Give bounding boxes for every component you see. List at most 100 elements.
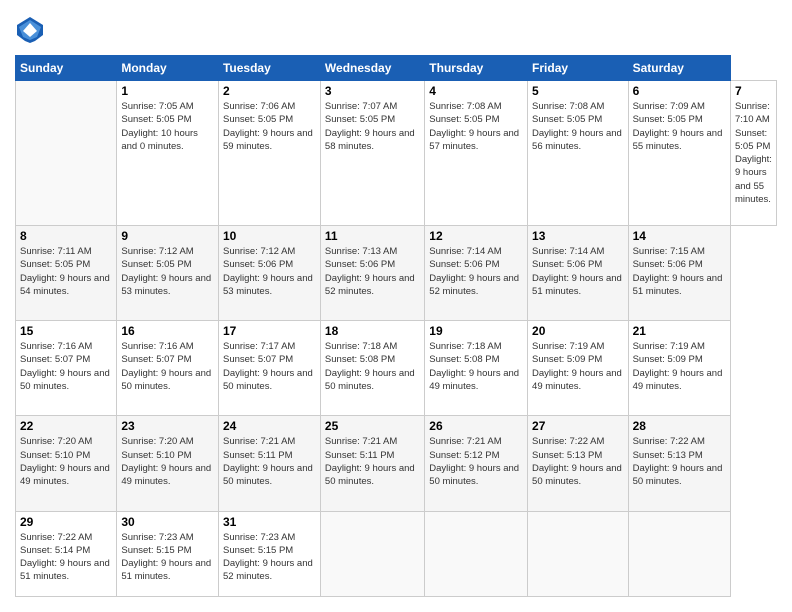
day-number: 29	[20, 515, 112, 529]
day-header-tuesday: Tuesday	[218, 56, 320, 81]
day-info: Sunrise: 7:18 AM Sunset: 5:08 PM Dayligh…	[325, 340, 420, 393]
day-number: 26	[429, 419, 523, 433]
day-info: Sunrise: 7:17 AM Sunset: 5:07 PM Dayligh…	[223, 340, 316, 393]
calendar-cell: 22 Sunrise: 7:20 AM Sunset: 5:10 PM Dayl…	[16, 416, 117, 511]
day-number: 1	[121, 84, 214, 98]
day-number: 2	[223, 84, 316, 98]
day-header-monday: Monday	[117, 56, 219, 81]
day-info: Sunrise: 7:15 AM Sunset: 5:06 PM Dayligh…	[633, 245, 726, 298]
day-number: 27	[532, 419, 624, 433]
day-info: Sunrise: 7:14 AM Sunset: 5:06 PM Dayligh…	[429, 245, 523, 298]
day-number: 17	[223, 324, 316, 338]
day-info: Sunrise: 7:16 AM Sunset: 5:07 PM Dayligh…	[121, 340, 214, 393]
logo-icon	[15, 15, 45, 45]
logo	[15, 15, 49, 45]
day-info: Sunrise: 7:19 AM Sunset: 5:09 PM Dayligh…	[532, 340, 624, 393]
calendar-cell: 16 Sunrise: 7:16 AM Sunset: 5:07 PM Dayl…	[117, 321, 219, 416]
calendar-cell: 7 Sunrise: 7:10 AM Sunset: 5:05 PM Dayli…	[730, 81, 776, 226]
calendar-cell: 25 Sunrise: 7:21 AM Sunset: 5:11 PM Dayl…	[320, 416, 424, 511]
day-number: 9	[121, 229, 214, 243]
day-header-thursday: Thursday	[425, 56, 528, 81]
day-info: Sunrise: 7:23 AM Sunset: 5:15 PM Dayligh…	[223, 531, 316, 584]
calendar-cell: 11 Sunrise: 7:13 AM Sunset: 5:06 PM Dayl…	[320, 225, 424, 320]
calendar-cell: 5 Sunrise: 7:08 AM Sunset: 5:05 PM Dayli…	[528, 81, 629, 226]
day-info: Sunrise: 7:21 AM Sunset: 5:11 PM Dayligh…	[325, 435, 420, 488]
calendar-cell: 19 Sunrise: 7:18 AM Sunset: 5:08 PM Dayl…	[425, 321, 528, 416]
day-number: 30	[121, 515, 214, 529]
calendar-cell: 28 Sunrise: 7:22 AM Sunset: 5:13 PM Dayl…	[628, 416, 730, 511]
day-number: 21	[633, 324, 726, 338]
calendar-cell: 27 Sunrise: 7:22 AM Sunset: 5:13 PM Dayl…	[528, 416, 629, 511]
calendar-cell: 9 Sunrise: 7:12 AM Sunset: 5:05 PM Dayli…	[117, 225, 219, 320]
day-info: Sunrise: 7:08 AM Sunset: 5:05 PM Dayligh…	[532, 100, 624, 153]
calendar-cell: 31 Sunrise: 7:23 AM Sunset: 5:15 PM Dayl…	[218, 511, 320, 596]
day-header-sunday: Sunday	[16, 56, 117, 81]
day-number: 31	[223, 515, 316, 529]
calendar-cell	[528, 511, 629, 596]
calendar-cell	[628, 511, 730, 596]
day-header-friday: Friday	[528, 56, 629, 81]
calendar-cell: 20 Sunrise: 7:19 AM Sunset: 5:09 PM Dayl…	[528, 321, 629, 416]
day-info: Sunrise: 7:16 AM Sunset: 5:07 PM Dayligh…	[20, 340, 112, 393]
day-info: Sunrise: 7:09 AM Sunset: 5:05 PM Dayligh…	[633, 100, 726, 153]
day-number: 7	[735, 84, 772, 98]
calendar-cell: 18 Sunrise: 7:18 AM Sunset: 5:08 PM Dayl…	[320, 321, 424, 416]
day-info: Sunrise: 7:21 AM Sunset: 5:12 PM Dayligh…	[429, 435, 523, 488]
calendar-cell: 3 Sunrise: 7:07 AM Sunset: 5:05 PM Dayli…	[320, 81, 424, 226]
day-number: 4	[429, 84, 523, 98]
day-number: 14	[633, 229, 726, 243]
day-number: 3	[325, 84, 420, 98]
calendar-table: SundayMondayTuesdayWednesdayThursdayFrid…	[15, 55, 777, 597]
day-info: Sunrise: 7:20 AM Sunset: 5:10 PM Dayligh…	[20, 435, 112, 488]
day-number: 24	[223, 419, 316, 433]
day-number: 25	[325, 419, 420, 433]
day-info: Sunrise: 7:14 AM Sunset: 5:06 PM Dayligh…	[532, 245, 624, 298]
calendar-cell	[320, 511, 424, 596]
calendar-cell: 2 Sunrise: 7:06 AM Sunset: 5:05 PM Dayli…	[218, 81, 320, 226]
day-number: 18	[325, 324, 420, 338]
day-number: 10	[223, 229, 316, 243]
calendar-cell: 14 Sunrise: 7:15 AM Sunset: 5:06 PM Dayl…	[628, 225, 730, 320]
day-number: 16	[121, 324, 214, 338]
header	[15, 15, 777, 45]
calendar-cell: 4 Sunrise: 7:08 AM Sunset: 5:05 PM Dayli…	[425, 81, 528, 226]
day-number: 23	[121, 419, 214, 433]
day-info: Sunrise: 7:07 AM Sunset: 5:05 PM Dayligh…	[325, 100, 420, 153]
calendar-cell	[425, 511, 528, 596]
day-info: Sunrise: 7:22 AM Sunset: 5:14 PM Dayligh…	[20, 531, 112, 584]
day-info: Sunrise: 7:22 AM Sunset: 5:13 PM Dayligh…	[532, 435, 624, 488]
day-info: Sunrise: 7:08 AM Sunset: 5:05 PM Dayligh…	[429, 100, 523, 153]
day-header-wednesday: Wednesday	[320, 56, 424, 81]
day-info: Sunrise: 7:20 AM Sunset: 5:10 PM Dayligh…	[121, 435, 214, 488]
day-info: Sunrise: 7:12 AM Sunset: 5:06 PM Dayligh…	[223, 245, 316, 298]
calendar-cell: 15 Sunrise: 7:16 AM Sunset: 5:07 PM Dayl…	[16, 321, 117, 416]
day-number: 20	[532, 324, 624, 338]
calendar-cell: 10 Sunrise: 7:12 AM Sunset: 5:06 PM Dayl…	[218, 225, 320, 320]
day-info: Sunrise: 7:10 AM Sunset: 5:05 PM Dayligh…	[735, 100, 772, 206]
day-header-saturday: Saturday	[628, 56, 730, 81]
day-number: 22	[20, 419, 112, 433]
day-info: Sunrise: 7:19 AM Sunset: 5:09 PM Dayligh…	[633, 340, 726, 393]
day-info: Sunrise: 7:22 AM Sunset: 5:13 PM Dayligh…	[633, 435, 726, 488]
calendar-cell: 1 Sunrise: 7:05 AM Sunset: 5:05 PM Dayli…	[117, 81, 219, 226]
page: SundayMondayTuesdayWednesdayThursdayFrid…	[0, 0, 792, 612]
day-info: Sunrise: 7:12 AM Sunset: 5:05 PM Dayligh…	[121, 245, 214, 298]
calendar-cell: 8 Sunrise: 7:11 AM Sunset: 5:05 PM Dayli…	[16, 225, 117, 320]
empty-cell	[16, 81, 117, 226]
calendar-cell: 6 Sunrise: 7:09 AM Sunset: 5:05 PM Dayli…	[628, 81, 730, 226]
day-number: 12	[429, 229, 523, 243]
calendar-cell: 17 Sunrise: 7:17 AM Sunset: 5:07 PM Dayl…	[218, 321, 320, 416]
day-number: 15	[20, 324, 112, 338]
calendar-cell: 26 Sunrise: 7:21 AM Sunset: 5:12 PM Dayl…	[425, 416, 528, 511]
calendar-cell: 21 Sunrise: 7:19 AM Sunset: 5:09 PM Dayl…	[628, 321, 730, 416]
day-info: Sunrise: 7:23 AM Sunset: 5:15 PM Dayligh…	[121, 531, 214, 584]
day-info: Sunrise: 7:11 AM Sunset: 5:05 PM Dayligh…	[20, 245, 112, 298]
day-info: Sunrise: 7:06 AM Sunset: 5:05 PM Dayligh…	[223, 100, 316, 153]
calendar-cell: 12 Sunrise: 7:14 AM Sunset: 5:06 PM Dayl…	[425, 225, 528, 320]
calendar-cell: 29 Sunrise: 7:22 AM Sunset: 5:14 PM Dayl…	[16, 511, 117, 596]
day-number: 19	[429, 324, 523, 338]
calendar-cell: 24 Sunrise: 7:21 AM Sunset: 5:11 PM Dayl…	[218, 416, 320, 511]
day-info: Sunrise: 7:13 AM Sunset: 5:06 PM Dayligh…	[325, 245, 420, 298]
calendar-cell: 13 Sunrise: 7:14 AM Sunset: 5:06 PM Dayl…	[528, 225, 629, 320]
day-info: Sunrise: 7:21 AM Sunset: 5:11 PM Dayligh…	[223, 435, 316, 488]
